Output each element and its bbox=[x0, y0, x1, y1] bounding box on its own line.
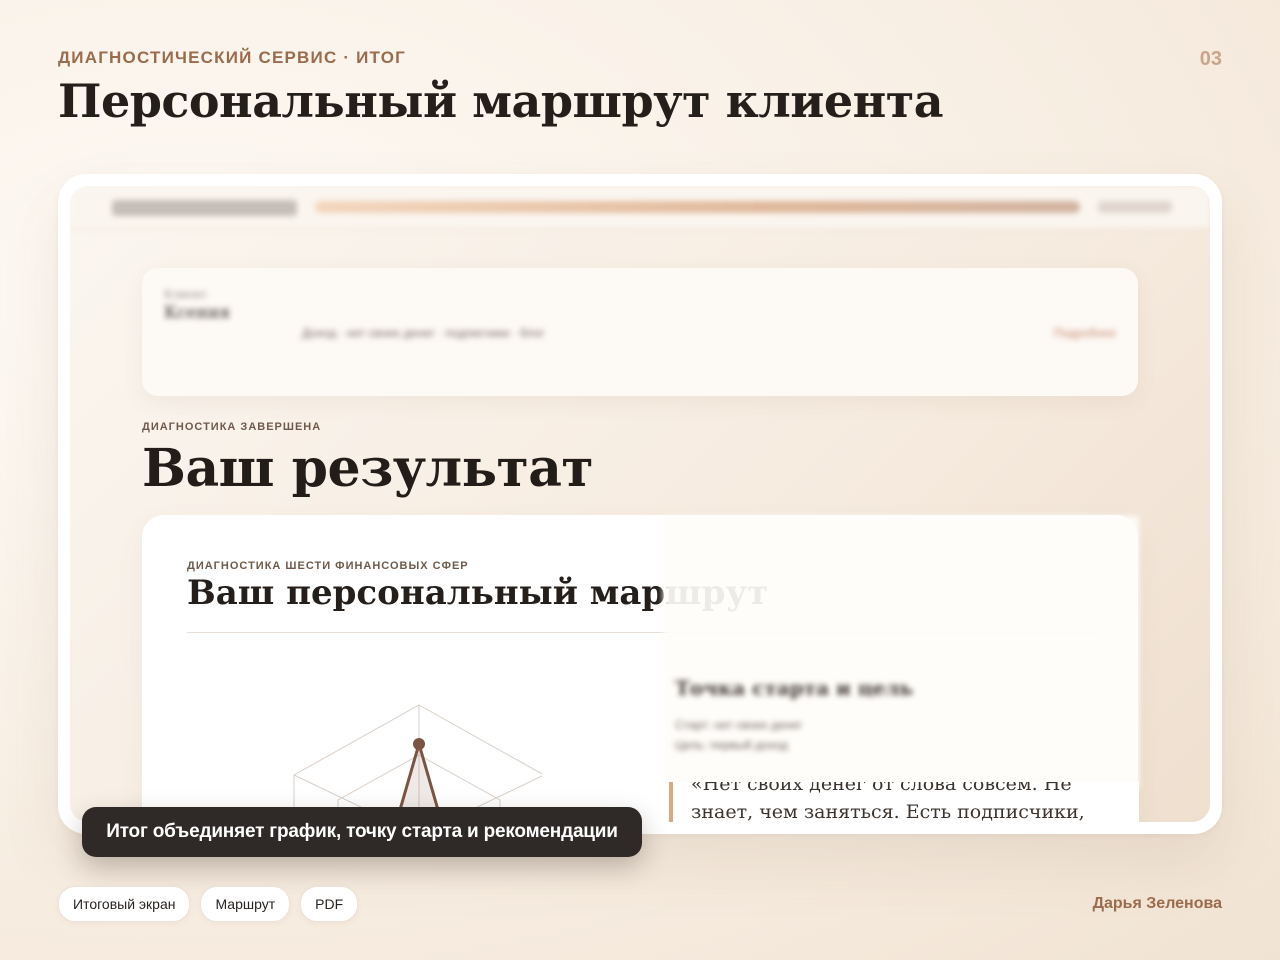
summary-more-link[interactable]: Подробнее bbox=[1054, 326, 1116, 340]
client-name-block: Клиент Ксения bbox=[164, 288, 282, 324]
author-name: Дарья Зеленова bbox=[1092, 895, 1222, 912]
screenshot-frame: Клиент Ксения Доход · нет своих денег · … bbox=[58, 174, 1222, 834]
start-point-title: Точка старта и цель bbox=[675, 676, 914, 700]
page-title: Персональный маршрут клиента bbox=[58, 74, 944, 128]
progress-bar bbox=[315, 201, 1080, 213]
start-point-panel: Точка старта и цель Старт: нет своих ден… bbox=[663, 516, 1139, 788]
slide-number: 03 bbox=[1199, 48, 1222, 70]
radar-chart bbox=[293, 704, 542, 822]
client-summary-card: Клиент Ксения Доход · нет своих денег · … bbox=[142, 268, 1138, 396]
quote-line: «Нет своих денег от слова совсем. Не bbox=[691, 782, 1072, 795]
top-bar-action[interactable] bbox=[1098, 201, 1172, 213]
chip-route[interactable]: Маршрут bbox=[200, 886, 291, 922]
client-label: Клиент bbox=[164, 288, 207, 301]
client-summary-text: Доход · нет своих денег · подписчики · б… bbox=[302, 326, 545, 340]
client-name: Ксения bbox=[164, 303, 231, 323]
client-quote: «Нет своих денег от слова совсем. Не зна… bbox=[669, 782, 1139, 822]
result-title: Ваш результат bbox=[142, 438, 594, 499]
result-eyebrow: ДИАГНОСТИКА ЗАВЕРШЕНА bbox=[142, 421, 322, 433]
route-eyebrow: ДИАГНОСТИКА ШЕСТИ ФИНАНСОВЫХ СФЕР bbox=[187, 560, 469, 572]
chip-final-screen[interactable]: Итоговый экран bbox=[58, 886, 191, 922]
app-top-bar bbox=[70, 186, 1210, 229]
caption-tooltip: Итог объединяет график, точку старта и р… bbox=[82, 807, 642, 857]
app-screen: Клиент Ксения Доход · нет своих денег · … bbox=[70, 186, 1210, 822]
tag-chips: Итоговый экран Маршрут PDF bbox=[58, 886, 359, 922]
radar-point bbox=[413, 738, 425, 750]
chip-pdf[interactable]: PDF bbox=[300, 886, 359, 922]
quote-line: знает, чем заняться. Есть подписчики, bbox=[691, 801, 1085, 822]
start-point-line: Цель: первый доход bbox=[675, 738, 788, 752]
app-logo bbox=[112, 200, 297, 216]
start-point-line: Старт: нет своих денег bbox=[675, 718, 803, 732]
section-eyebrow: ДИАГНОСТИЧЕСКИЙ СЕРВИС · ИТОГ bbox=[58, 48, 406, 67]
